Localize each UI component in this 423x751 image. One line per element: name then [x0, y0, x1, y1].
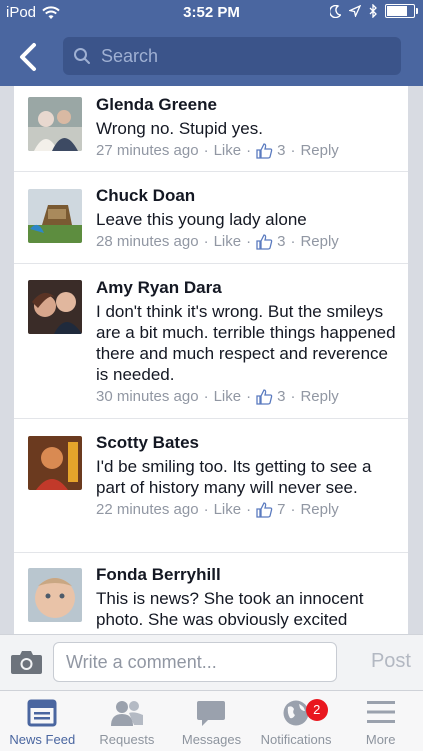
notification-badge: 2 [305, 699, 328, 721]
avatar[interactable] [28, 189, 82, 243]
like-count: 3 [277, 233, 286, 250]
thumbs-up-icon [256, 501, 273, 518]
comment-body: Glenda Greene Wrong no. Stupid yes. 27 m… [96, 95, 396, 159]
chevron-left-icon [20, 43, 36, 71]
reply-link[interactable]: Reply [300, 388, 338, 405]
comment-meta: 22 minutes ago · Like · 7 · Reply [96, 501, 339, 518]
battery-icon [385, 4, 418, 18]
comment-text: This is news? She took an innocent photo… [96, 589, 364, 629]
like-link[interactable]: Like [214, 388, 242, 405]
reply-link[interactable]: Reply [300, 142, 338, 159]
like-count: 7 [277, 501, 286, 518]
search-input[interactable] [99, 44, 383, 68]
commenter-name[interactable]: Scotty Bates [96, 433, 396, 453]
comment-meta: 27 minutes ago · Like · 3 · Reply [96, 142, 339, 159]
search-box[interactable] [63, 37, 401, 75]
like-link[interactable]: Like [214, 501, 242, 518]
search-icon [74, 48, 90, 64]
tab-label: News Feed [9, 732, 76, 747]
comment-body: Scotty Bates I'd be smiling too. Its get… [96, 433, 396, 518]
battery-fill [387, 6, 408, 16]
location-arrow-icon [349, 5, 361, 17]
messages-icon [197, 701, 226, 726]
tab-label: Messages [181, 732, 242, 747]
like-count: 3 [277, 142, 286, 159]
reply-link[interactable]: Reply [300, 233, 338, 250]
avatar[interactable] [28, 97, 82, 151]
comment-text: Leave this young lady alone [96, 210, 307, 229]
camera-button[interactable] [10, 649, 43, 680]
comment-body: Chuck Doan Leave this young lady alone 2… [96, 186, 396, 250]
like-link[interactable]: Like [214, 233, 242, 250]
post-button[interactable]: Post [371, 650, 411, 673]
news-feed-icon [27, 699, 57, 727]
comment-timestamp: 28 minutes ago [96, 233, 199, 250]
comment-input[interactable] [53, 642, 337, 682]
reply-link[interactable]: Reply [300, 501, 338, 518]
commenter-name[interactable]: Chuck Doan [96, 186, 396, 206]
comment-body: Amy Ryan Dara I don't think it's wrong. … [96, 278, 396, 405]
avatar[interactable] [28, 436, 82, 490]
comment-text: I don't think it's wrong. But the smiley… [96, 302, 396, 384]
menu-icon [366, 701, 395, 723]
status-bar: iPod 3:52 PM [0, 0, 423, 28]
bluetooth-icon [369, 4, 377, 18]
comment-item: Scotty Bates I'd be smiling too. Its get… [14, 419, 408, 553]
comment-timestamp: 30 minutes ago [96, 388, 199, 405]
tab-news-feed[interactable]: News Feed [0, 691, 85, 751]
commenter-name[interactable]: Glenda Greene [96, 95, 396, 115]
tab-requests[interactable]: Requests [85, 691, 170, 751]
friend-requests-icon [110, 701, 143, 726]
thumbs-up-icon [256, 142, 273, 159]
tab-bar: News Feed Requests Messages 2 Notificati… [0, 690, 423, 751]
comment-meta: 28 minutes ago · Like · 3 · Reply [96, 233, 339, 250]
nav-bar [0, 28, 423, 86]
tab-notifications[interactable]: 2 Notifications [254, 691, 339, 751]
tab-messages[interactable]: Messages [169, 691, 254, 751]
tab-label: Notifications [260, 732, 332, 747]
comment-item: Fonda Berryhill This is news? She took a… [14, 553, 408, 634]
comments-list: Glenda Greene Wrong no. Stupid yes. 27 m… [14, 86, 408, 634]
tab-label: Requests [99, 732, 155, 747]
comment-compose-bar: Post [0, 634, 423, 691]
comment-item: Glenda Greene Wrong no. Stupid yes. 27 m… [14, 86, 408, 172]
avatar[interactable] [28, 568, 82, 622]
comment-item: Chuck Doan Leave this young lady alone 2… [14, 172, 408, 264]
commenter-name[interactable]: Fonda Berryhill [96, 565, 396, 585]
comment-timestamp: 22 minutes ago [96, 501, 199, 518]
tab-label: More [365, 732, 396, 747]
avatar[interactable] [28, 280, 82, 334]
commenter-name[interactable]: Amy Ryan Dara [96, 278, 396, 298]
tab-more[interactable]: More [338, 691, 423, 751]
thumbs-up-icon [256, 388, 273, 405]
like-count: 3 [277, 388, 286, 405]
comment-timestamp: 27 minutes ago [96, 142, 199, 159]
moon-icon [330, 4, 341, 18]
comment-item: Amy Ryan Dara I don't think it's wrong. … [14, 264, 408, 419]
thumbs-up-icon [256, 233, 273, 250]
back-button[interactable] [14, 40, 44, 74]
comment-body: Fonda Berryhill This is news? She took a… [96, 565, 396, 630]
like-link[interactable]: Like [214, 142, 242, 159]
comment-text: I'd be smiling too. Its getting to see a… [96, 457, 372, 497]
comment-meta: 30 minutes ago · Like · 3 · Reply [96, 388, 339, 405]
status-right [330, 4, 418, 18]
comment-text: Wrong no. Stupid yes. [96, 119, 263, 138]
camera-icon [11, 651, 42, 674]
